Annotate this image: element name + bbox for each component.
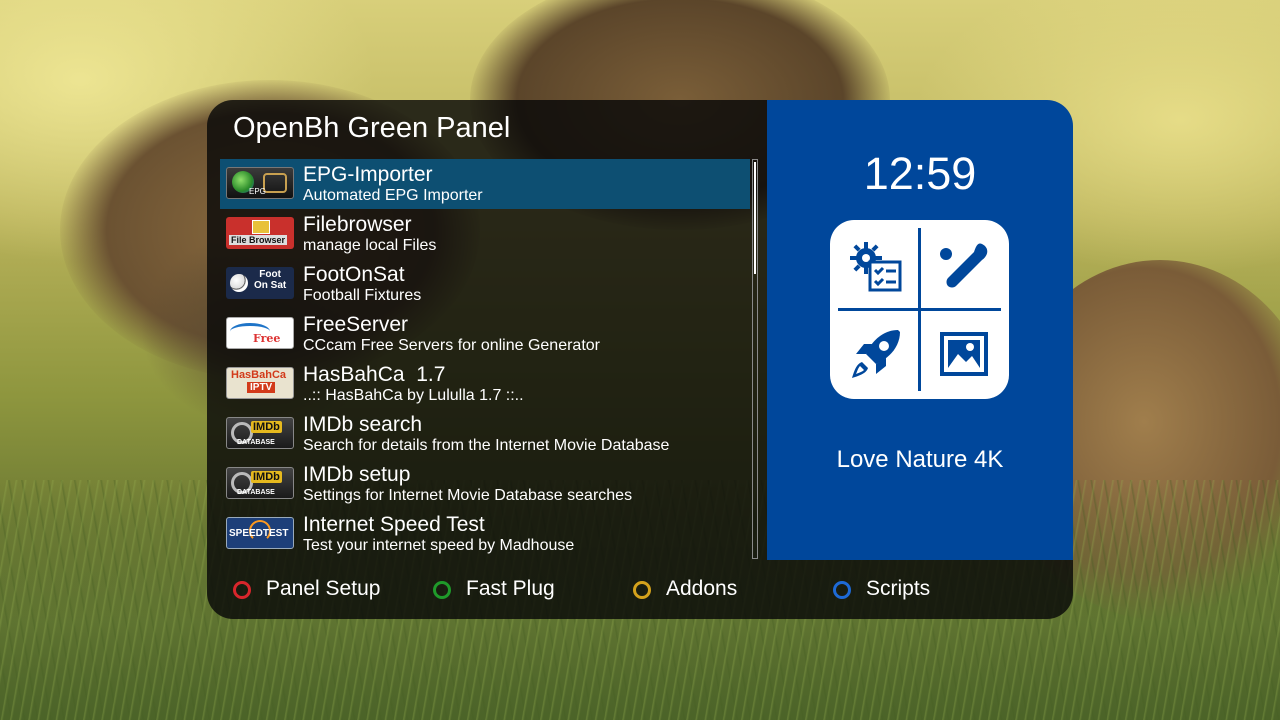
- color-button-bar: Panel Setup Fast Plug Addons Scripts: [207, 560, 1073, 619]
- plugin-description: Search for details from the Internet Mov…: [303, 437, 670, 454]
- panel-logo: [830, 220, 1009, 399]
- hasbahca-icon: HasBahCa IPTV: [226, 367, 294, 399]
- plugin-list-pane: OpenBh Green Panel EPG EPG-Importer Auto…: [207, 100, 767, 560]
- sports-bat-ball-icon: [940, 243, 988, 288]
- plugin-description: manage local Files: [303, 237, 437, 254]
- green-panel-window: OpenBh Green Panel EPG EPG-Importer Auto…: [207, 100, 1073, 619]
- plugin-title: FreeServer: [303, 313, 409, 336]
- blue-button-icon: [833, 581, 851, 599]
- yellow-button-icon: [633, 581, 651, 599]
- filebrowser-icon: File Browser: [226, 217, 294, 249]
- plugin-description: Test your internet speed by Madhouse: [303, 537, 575, 554]
- plugin-row-footonsat[interactable]: Foot On Sat FootOnSat Football Fixtures: [220, 259, 750, 309]
- list-scrollbar[interactable]: [752, 159, 758, 559]
- plugin-description: Football Fixtures: [303, 287, 422, 304]
- plugin-row-freeserver[interactable]: Free FreeServer CCcam Free Servers for o…: [220, 309, 750, 359]
- red-button-icon: [233, 581, 251, 599]
- plugin-description: ..:: HasBahCa by Lululla 1.7 ::..: [303, 387, 524, 404]
- speedtest-icon: SPEEDTEST: [226, 517, 294, 549]
- plugin-description: Settings for Internet Movie Database sea…: [303, 487, 633, 504]
- scrollbar-thumb[interactable]: [754, 162, 756, 274]
- footonsat-icon: Foot On Sat: [226, 267, 294, 299]
- plugin-description: Automated EPG Importer: [303, 187, 483, 204]
- plugin-title: EPG-Importer: [303, 163, 433, 186]
- plugin-row-epg-importer[interactable]: EPG EPG-Importer Automated EPG Importer: [220, 159, 750, 209]
- plugin-row-filebrowser[interactable]: File Browser Filebrowser manage local Fi…: [220, 209, 750, 259]
- plugin-title: IMDb setup: [303, 463, 411, 486]
- info-pane: 12:59 Love Nature 4K: [767, 100, 1073, 560]
- picture-icon: [940, 332, 988, 376]
- plugin-row-imdb-setup[interactable]: IMDb DATABASE IMDb setup Settings for In…: [220, 459, 750, 509]
- plugin-description: CCcam Free Servers for online Generator: [303, 337, 600, 354]
- green-button-icon: [433, 581, 451, 599]
- epg-importer-icon: EPG: [226, 167, 294, 199]
- plugin-title: IMDb search: [303, 413, 423, 436]
- plugin-row-speed-test[interactable]: SPEEDTEST Internet Speed Test Test your …: [220, 509, 750, 559]
- plugin-row-hasbahca[interactable]: HasBahCa IPTV HasBahCa 1.7 ..:: HasBahCa…: [220, 359, 750, 409]
- plugin-title: HasBahCa 1.7: [303, 363, 446, 386]
- settings-checklist-icon: [850, 242, 902, 292]
- plugin-title: FootOnSat: [303, 263, 405, 286]
- imdb-icon: IMDb DATABASE: [226, 417, 294, 449]
- panel-title: OpenBh Green Panel: [233, 112, 511, 144]
- plugin-list[interactable]: EPG EPG-Importer Automated EPG Importer …: [220, 159, 750, 559]
- imdb-icon: IMDb DATABASE: [226, 467, 294, 499]
- plugin-row-imdb-search[interactable]: IMDb DATABASE IMDb search Search for det…: [220, 409, 750, 459]
- plugin-title: Internet Speed Test: [303, 513, 485, 536]
- freeserver-icon: Free: [226, 317, 294, 349]
- channel-name: Love Nature 4K: [836, 446, 1004, 473]
- plugin-title: Filebrowser: [303, 213, 412, 236]
- rocket-icon: [852, 330, 900, 378]
- clock: 12:59: [863, 148, 977, 199]
